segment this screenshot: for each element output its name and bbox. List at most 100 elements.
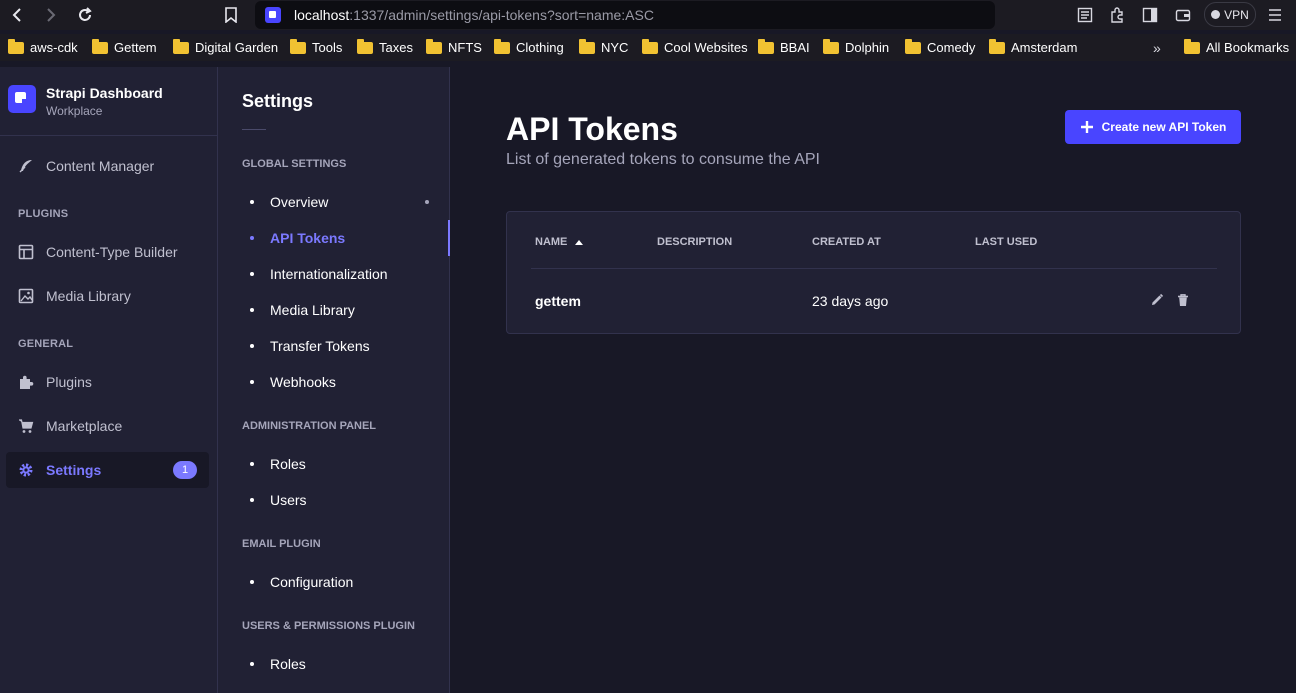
subnav-section-email: EMAIL PLUGIN (242, 538, 321, 550)
bookmark-icon[interactable] (220, 4, 242, 26)
create-button-label: Create new API Token (1101, 120, 1227, 134)
bookmark-item[interactable]: NFTS (426, 38, 482, 55)
menu-icon[interactable] (1265, 5, 1285, 25)
nav-item-plugins[interactable]: Plugins (6, 364, 209, 400)
bookmark-item[interactable]: Dolphin (823, 38, 889, 55)
subnav-item-media-library[interactable]: Media Library (250, 292, 449, 328)
settings-subnav: Settings GLOBAL SETTINGS Overview API To… (218, 67, 450, 693)
bookmarks-bar: aws-cdk Gettem Digital Garden Tools Taxe… (0, 34, 1296, 61)
plus-icon (1080, 116, 1094, 138)
folder-icon (758, 38, 774, 54)
subnav-item-internationalization[interactable]: Internationalization (250, 256, 449, 292)
bookmark-item[interactable]: Comedy (905, 38, 975, 55)
bullet-icon (250, 580, 254, 584)
bookmark-item[interactable]: NYC (579, 38, 628, 55)
token-created-at: 23 days ago (812, 293, 889, 309)
nav-item-settings[interactable]: Settings 1 (6, 452, 209, 488)
url-text: localhost:1337/admin/settings/api-tokens… (294, 7, 654, 23)
brand: Strapi Dashboard Workplace (8, 85, 163, 118)
nav-item-content-type-builder[interactable]: Content-Type Builder (6, 234, 209, 270)
back-icon[interactable] (6, 4, 28, 26)
subnav-section-global: GLOBAL SETTINGS (242, 158, 347, 170)
bullet-icon (250, 308, 254, 312)
subnav-item-transfer-tokens[interactable]: Transfer Tokens (250, 328, 449, 364)
brand-subtitle: Workplace (46, 104, 103, 118)
address-bar[interactable]: localhost:1337/admin/settings/api-tokens… (255, 1, 995, 29)
wallet-icon[interactable] (1173, 5, 1193, 25)
sort-ascending-icon[interactable] (575, 239, 584, 245)
page-subtitle: List of generated tokens to consume the … (506, 151, 820, 168)
vpn-button[interactable]: VPN (1204, 2, 1256, 27)
reader-mode-icon[interactable] (1075, 5, 1095, 25)
vpn-label: VPN (1224, 7, 1249, 22)
bullet-icon (250, 344, 254, 348)
bookmark-item[interactable]: Tools (290, 38, 342, 55)
bookmark-item[interactable]: aws-cdk (8, 38, 78, 55)
nav-item-marketplace[interactable]: Marketplace (6, 408, 209, 444)
bookmark-item[interactable]: BBAI (758, 38, 810, 55)
subnav-item-label: Configuration (270, 574, 354, 590)
subnav-item-webhooks[interactable]: Webhooks (250, 364, 449, 400)
folder-icon (8, 38, 24, 54)
sidebar-icon[interactable] (1140, 5, 1160, 25)
bullet-icon (250, 498, 254, 502)
subnav-item-configuration[interactable]: Configuration (250, 564, 449, 600)
subnav-item-label: Roles (270, 456, 306, 472)
site-favicon-icon (265, 7, 281, 23)
layout-icon (18, 244, 34, 260)
subnav-item-users[interactable]: Users (250, 482, 449, 518)
subnav-item-api-tokens[interactable]: API Tokens (250, 220, 450, 256)
gear-icon (18, 462, 34, 478)
subnav-item-up-roles[interactable]: Roles (250, 646, 449, 682)
cart-icon (18, 418, 34, 434)
forward-icon[interactable] (40, 4, 62, 26)
folder-icon (426, 38, 442, 54)
column-header-name[interactable]: NAME (535, 236, 584, 248)
subnav-item-label: Transfer Tokens (270, 338, 370, 354)
nav-item-media-library[interactable]: Media Library (6, 278, 209, 314)
bookmark-item[interactable]: Taxes (357, 38, 413, 55)
subnav-item-label: Users (270, 492, 307, 508)
subnav-item-label: API Tokens (270, 230, 346, 246)
folder-icon (989, 38, 1005, 54)
divider (242, 129, 266, 130)
reload-icon[interactable] (74, 4, 96, 26)
bullet-icon (250, 662, 254, 666)
bookmark-item[interactable]: Cool Websites (642, 38, 748, 55)
nav-item-label: Plugins (46, 374, 92, 390)
main-navigation: Strapi Dashboard Workplace Content Manag… (0, 67, 218, 693)
folder-icon (357, 38, 373, 54)
browser-toolbar: localhost:1337/admin/settings/api-tokens… (0, 0, 1296, 30)
folder-icon (1184, 38, 1200, 54)
subnav-item-label: Internationalization (270, 266, 388, 282)
page-title: API Tokens (506, 111, 678, 147)
create-api-token-button[interactable]: Create new API Token (1065, 110, 1241, 144)
subnav-section-users-permissions: USERS & PERMISSIONS PLUGIN (242, 620, 415, 632)
nav-item-label: Content-Type Builder (46, 244, 178, 260)
folder-icon (290, 38, 306, 54)
edit-pencil-icon[interactable] (1149, 292, 1165, 308)
image-icon (18, 288, 34, 304)
subnav-item-overview[interactable]: Overview (250, 184, 449, 220)
bookmark-item[interactable]: Digital Garden (173, 38, 278, 55)
column-header-last-used[interactable]: LAST USED (975, 236, 1037, 248)
bookmark-item[interactable]: Clothing (494, 38, 564, 55)
vpn-status-icon (1211, 10, 1221, 19)
folder-icon (494, 38, 510, 54)
subnav-title: Settings (242, 91, 314, 111)
subnav-item-roles[interactable]: Roles (250, 446, 449, 482)
indicator-dot-icon (425, 200, 429, 204)
bookmark-item[interactable]: Gettem (92, 38, 157, 55)
bookmark-item[interactable]: Amsterdam (989, 38, 1077, 55)
nav-item-content-manager[interactable]: Content Manager (6, 148, 209, 184)
all-bookmarks[interactable]: All Bookmarks (1184, 38, 1289, 55)
divider (531, 268, 1217, 269)
delete-trash-icon[interactable] (1175, 292, 1191, 308)
api-tokens-table: NAME DESCRIPTION CREATED AT LAST USED ge… (506, 211, 1241, 334)
more-bookmarks-button[interactable]: » (1153, 40, 1161, 56)
folder-icon (642, 38, 658, 54)
extensions-icon[interactable] (1107, 5, 1127, 25)
bullet-icon (250, 200, 254, 204)
nav-item-label: Media Library (46, 288, 131, 304)
column-header-created-at[interactable]: CREATED AT (812, 236, 881, 248)
